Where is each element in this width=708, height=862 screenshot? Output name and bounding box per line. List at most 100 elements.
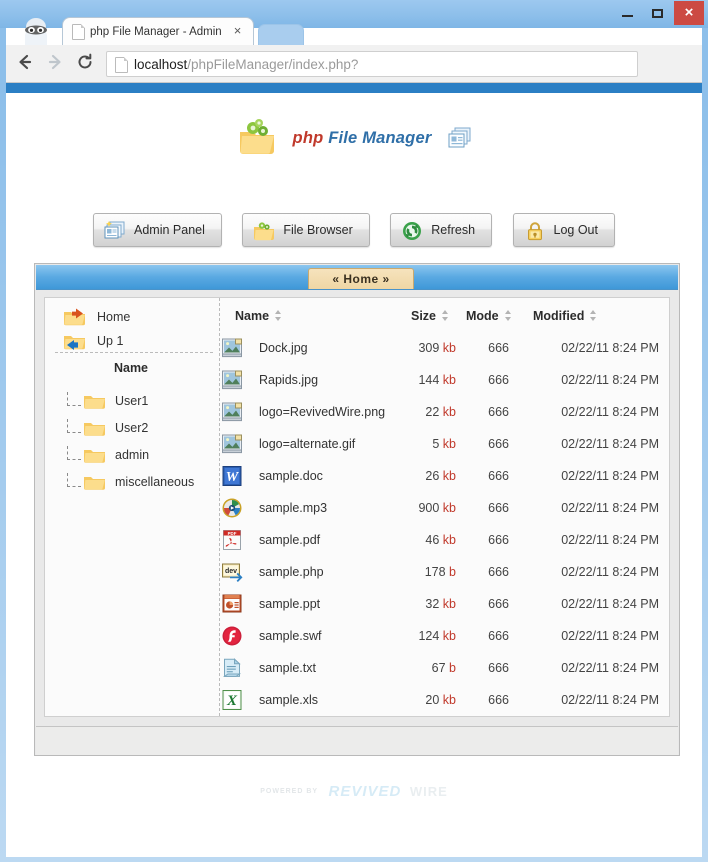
word-file-icon: W — [221, 465, 243, 487]
sort-icon[interactable] — [589, 310, 598, 321]
address-bar[interactable]: localhost/phpFileManager/index.php? — [106, 51, 638, 77]
file-row[interactable]: logo=alternate.gif5 kb66602/22/11 8:24 P… — [221, 428, 669, 460]
window-close-button[interactable]: × — [674, 1, 704, 25]
sidebar-folder-label: admin — [115, 448, 149, 462]
file-size-unit: kb — [443, 693, 456, 707]
sidebar-folder-item[interactable]: User1 — [67, 388, 148, 415]
reload-icon[interactable] — [74, 53, 96, 75]
column-header-name[interactable]: Name — [235, 306, 283, 326]
sidebar: Home Up 1 Name — [45, 298, 220, 716]
column-header-name-label: Name — [235, 309, 269, 323]
file-size-unit: kb — [443, 629, 456, 643]
sort-icon[interactable] — [274, 310, 283, 321]
sidebar-folder-label: User2 — [115, 421, 148, 435]
file-row[interactable]: sample.swf124 kb66602/22/11 8:24 PM — [221, 620, 669, 652]
sidebar-item-up[interactable]: Up 1 — [63, 328, 123, 354]
sidebar-item-home[interactable]: Home — [63, 304, 130, 330]
tab-close-icon[interactable]: × — [231, 24, 244, 38]
file-row[interactable]: sample.txt67 b66602/22/11 8:24 PM — [221, 652, 669, 684]
panel-footer-bar — [36, 726, 678, 755]
file-size-number: 900 — [418, 501, 439, 515]
file-modified: 02/22/11 8:24 PM — [521, 556, 659, 588]
column-header-modified[interactable]: Modified — [533, 306, 598, 326]
window-minimize-button[interactable] — [614, 2, 640, 24]
file-size: 5 kb — [371, 428, 456, 460]
powerpoint-file-icon — [221, 593, 243, 615]
folder-icon — [83, 446, 107, 466]
powered-by-label: POWERED BY — [260, 788, 318, 795]
file-name[interactable]: logo=RevivedWire.png — [259, 396, 385, 428]
new-tab-button[interactable] — [258, 24, 304, 45]
window-maximize-button[interactable] — [644, 2, 670, 24]
sidebar-folder-label: User1 — [115, 394, 148, 408]
logo-php-text: php — [293, 129, 324, 147]
file-row[interactable]: PDFsample.pdf46 kb66602/22/11 8:24 PM — [221, 524, 669, 556]
sidebar-folder-item[interactable]: admin — [67, 442, 149, 469]
svg-text:X: X — [226, 693, 238, 709]
forward-icon[interactable] — [44, 53, 66, 75]
file-size-number: 144 — [418, 373, 439, 387]
file-name[interactable]: sample.mp3 — [259, 492, 327, 524]
file-row[interactable]: Rapids.jpg144 kb66602/22/11 8:24 PM — [221, 364, 669, 396]
refresh-button[interactable]: Refresh — [390, 213, 492, 247]
file-size-unit: kb — [443, 501, 456, 515]
sort-icon[interactable] — [441, 310, 450, 321]
window-edge-right — [702, 0, 708, 862]
pdf-file-icon: PDF — [221, 529, 243, 551]
file-row[interactable]: sample.mp3900 kb66602/22/11 8:24 PM — [221, 492, 669, 524]
file-row[interactable]: devsample.php178 b66602/22/11 8:24 PM — [221, 556, 669, 588]
image-file-icon — [221, 337, 243, 359]
svg-text:PDF: PDF — [228, 531, 237, 536]
column-header-mode-label: Mode — [466, 309, 499, 323]
file-name[interactable]: Dock.jpg — [259, 332, 308, 364]
sidebar-folder-item[interactable]: User2 — [67, 415, 148, 442]
sidebar-home-label: Home — [97, 310, 130, 324]
file-browser-button[interactable]: File Browser — [242, 213, 369, 247]
file-row[interactable]: logo=RevivedWire.png22 kb66602/22/11 8:2… — [221, 396, 669, 428]
file-size: 309 kb — [371, 332, 456, 364]
file-size-number: 32 — [425, 597, 439, 611]
tree-connector — [67, 419, 81, 433]
file-row[interactable]: sample.ppt32 kb66602/22/11 8:24 PM — [221, 588, 669, 620]
admin-panel-label: Admin Panel — [134, 223, 205, 237]
column-header-size-label: Size — [411, 309, 436, 323]
file-mode: 666 — [461, 620, 509, 652]
log-out-button[interactable]: Log Out — [513, 213, 615, 247]
logo-text: php File Manager — [293, 129, 432, 148]
file-row[interactable]: Dock.jpg309 kb66602/22/11 8:24 PM — [221, 332, 669, 364]
file-name[interactable]: sample.txt — [259, 652, 316, 684]
sort-icon[interactable] — [504, 310, 513, 321]
file-size-unit: kb — [443, 373, 456, 387]
page-favicon-icon — [115, 57, 128, 73]
file-mode: 666 — [461, 588, 509, 620]
sidebar-column-header: Name — [45, 361, 217, 381]
log-out-label: Log Out — [554, 223, 598, 237]
file-modified: 02/22/11 8:24 PM — [521, 396, 659, 428]
back-icon[interactable] — [14, 53, 36, 75]
file-row[interactable]: Xsample.xls20 kb66602/22/11 8:24 PM — [221, 684, 669, 716]
tree-connector — [67, 392, 81, 406]
title-bar: php File Manager - Admin × × — [0, 0, 708, 28]
home-breadcrumb-tab[interactable]: « Home » — [308, 268, 414, 289]
file-name[interactable]: sample.swf — [259, 620, 322, 652]
browser-tab[interactable]: php File Manager - Admin × — [62, 17, 254, 45]
audio-file-icon — [221, 497, 243, 519]
action-button-row: Admin Panel File Browser — [6, 213, 702, 249]
column-header-size[interactable]: Size — [411, 306, 450, 326]
file-row[interactable]: Wsample.doc26 kb66602/22/11 8:24 PM — [221, 460, 669, 492]
file-modified: 02/22/11 8:24 PM — [521, 524, 659, 556]
file-modified: 02/22/11 8:24 PM — [521, 652, 659, 684]
file-name[interactable]: sample.xls — [259, 684, 318, 716]
sidebar-up-label: Up 1 — [97, 334, 123, 348]
file-name[interactable]: sample.php — [259, 556, 324, 588]
file-name[interactable]: sample.pdf — [259, 524, 320, 556]
file-size-unit: kb — [443, 341, 456, 355]
column-header-mode[interactable]: Mode — [466, 306, 513, 326]
file-name[interactable]: logo=alternate.gif — [259, 428, 355, 460]
file-name[interactable]: Rapids.jpg — [259, 364, 318, 396]
file-name[interactable]: sample.ppt — [259, 588, 320, 620]
sidebar-folder-item[interactable]: miscellaneous — [67, 469, 194, 496]
file-name[interactable]: sample.doc — [259, 460, 323, 492]
file-mode: 666 — [461, 460, 509, 492]
admin-panel-button[interactable]: Admin Panel — [93, 213, 222, 247]
